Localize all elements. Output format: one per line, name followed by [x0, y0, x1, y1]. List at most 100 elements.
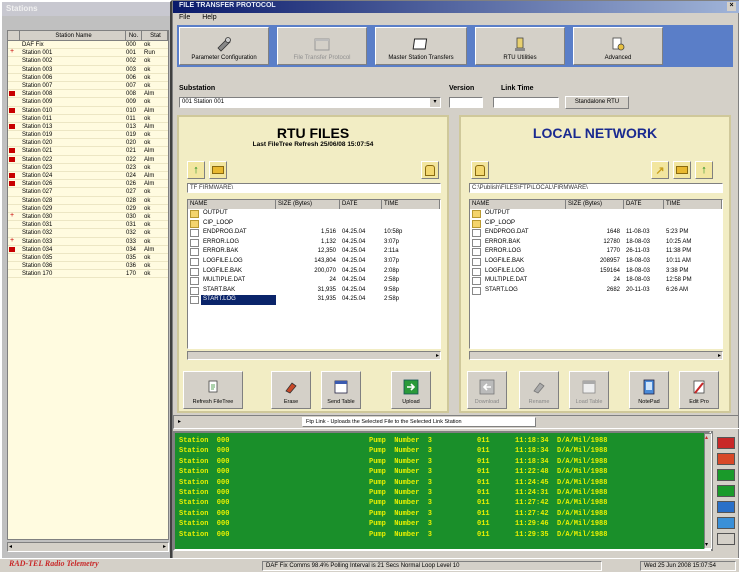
- station-row[interactable]: Station 013 013 Alm: [8, 123, 168, 132]
- local-copy-button[interactable]: ↗: [651, 161, 669, 179]
- advanced-button[interactable]: Advanced: [573, 27, 663, 65]
- file-row[interactable]: LOGFILE.BAK 208957 18-08-03 10:11 AM: [470, 257, 722, 267]
- local-up-folder-button[interactable]: ↑: [695, 161, 713, 179]
- file-row[interactable]: OUTPUT: [188, 209, 440, 219]
- file-row[interactable]: START.LOG 2682 20-11-03 6:26 AM: [470, 286, 722, 296]
- side-status-button[interactable]: [717, 485, 735, 497]
- notepad-button[interactable]: NotePad: [629, 371, 669, 409]
- station-row[interactable]: Station 034 034 Alm: [8, 246, 168, 254]
- station-row[interactable]: Station 035 035 ok: [8, 254, 168, 263]
- expand-icon[interactable]: +: [10, 237, 14, 245]
- station-row[interactable]: Station 008 008 Alm: [8, 90, 168, 99]
- substation-select[interactable]: 001 Station 001 ▾: [179, 97, 441, 108]
- station-row[interactable]: Station 002 002 ok: [8, 57, 168, 66]
- master-station-transfers-button[interactable]: Master Station Transfers: [375, 27, 467, 65]
- station-row[interactable]: Station 021 021 Alm: [8, 147, 168, 156]
- scroll-right-icon[interactable]: ▸: [436, 352, 439, 359]
- file-row[interactable]: START.LOG 31,935 04.25.04 2:58p: [188, 295, 440, 305]
- file-row[interactable]: CIP_LOOP: [470, 219, 722, 229]
- side-status-button[interactable]: [717, 453, 735, 465]
- version-field[interactable]: [449, 97, 483, 108]
- local-path-field[interactable]: C:\Publish\FILES\FTP\LOCAL\FIRMWARE\: [469, 183, 723, 193]
- upload-button[interactable]: Upload: [391, 371, 431, 409]
- station-row[interactable]: Station 032 032 ok: [8, 229, 168, 238]
- station-row[interactable]: DAF Fix 000 ok: [8, 41, 168, 50]
- file-row[interactable]: MULTIPLE.DAT 24 04.25.04 2:58p: [188, 276, 440, 286]
- station-row[interactable]: Station 029 029 ok: [8, 205, 168, 213]
- rtu-utilities-button[interactable]: RTU Utilities: [475, 27, 565, 65]
- download-button[interactable]: Download: [467, 371, 507, 409]
- station-row[interactable]: Station 027 027 ok: [8, 188, 168, 197]
- local-col-date[interactable]: DATE: [624, 200, 664, 209]
- rtu-open-folder-button[interactable]: [209, 161, 227, 179]
- rtu-up-folder-button[interactable]: ↑: [187, 161, 205, 179]
- local-file-list[interactable]: NAME SIZE (Bytes) DATE TIME OUTPUT CIP_LO…: [469, 199, 723, 349]
- station-row[interactable]: Station 023 023 ok: [8, 164, 168, 172]
- station-row[interactable]: + Station 001 001 Run: [8, 48, 168, 58]
- station-row[interactable]: Station 022 022 Alm: [8, 156, 168, 164]
- rtu-path-field[interactable]: TF FIRMWARE\: [187, 183, 441, 193]
- rtu-horizontal-scrollbar[interactable]: ▸: [187, 351, 441, 360]
- expand-icon[interactable]: +: [10, 212, 14, 220]
- file-row[interactable]: MULTIPLE.DAT 24 18-08-03 12:58 PM: [470, 276, 722, 286]
- file-row[interactable]: ERROR.BAK 12,350 04.25.04 2:11a: [188, 247, 440, 257]
- side-status-button[interactable]: [717, 533, 735, 545]
- rtu-col-date[interactable]: DATE: [340, 200, 382, 209]
- station-row[interactable]: Station 024 024 Alm: [8, 172, 168, 181]
- log-row[interactable]: Station 000 Pump Number 3 011 11:24:31 D/A/…: [179, 488, 709, 498]
- log-row[interactable]: Station 000 Pump Number 3 011 11:27:42 D/A/…: [179, 509, 709, 519]
- local-new-folder-button[interactable]: [471, 161, 489, 179]
- station-row[interactable]: Station 026 026 Alm: [8, 180, 168, 189]
- file-row[interactable]: LOGFILE.LOG 143,804 04.25.04 3:07p: [188, 257, 440, 267]
- file-row[interactable]: START.BAK 31,935 04.25.04 9:58p: [188, 286, 440, 296]
- expand-icon[interactable]: +: [10, 48, 14, 56]
- rename-button[interactable]: Rename: [519, 371, 559, 409]
- file-row[interactable]: ERROR.BAK 12780 18-08-03 10:25 AM: [470, 238, 722, 248]
- grid-col-no[interactable]: No.: [126, 31, 142, 40]
- station-row[interactable]: Station 019 019 ok: [8, 131, 168, 140]
- side-status-button[interactable]: [717, 517, 735, 529]
- station-row[interactable]: Station 020 020 ok: [8, 139, 168, 148]
- rtu-file-list[interactable]: NAME SIZE (Bytes) DATE TIME OUTPUT CIP_LO…: [187, 199, 441, 349]
- station-row[interactable]: Station 031 031 ok: [8, 221, 168, 230]
- file-row[interactable]: ERROR.LOG 1770 26-11-03 11:38 PM: [470, 247, 722, 257]
- grid-col-mark[interactable]: [8, 31, 20, 40]
- refresh-filetree-button[interactable]: Refresh FileTree: [183, 371, 243, 409]
- log-row[interactable]: Station 000 Pump Number 3 011 11:27:42 D/A/…: [179, 498, 709, 508]
- scroll-left-icon[interactable]: ◂: [9, 543, 12, 550]
- local-col-size[interactable]: SIZE (Bytes): [566, 200, 624, 209]
- station-row[interactable]: Station 009 009 ok: [8, 98, 168, 107]
- ftp-window-titlebar[interactable]: FILE TRANSFER PROTOCOL ×: [173, 1, 739, 13]
- grid-col-stat[interactable]: Stat: [142, 31, 168, 40]
- load-table-button[interactable]: Load Table: [569, 371, 609, 409]
- log-row[interactable]: Station 000 Pump Number 3 011 11:18:34 D/A/…: [179, 436, 709, 446]
- close-icon[interactable]: ×: [727, 2, 736, 11]
- menu-file[interactable]: File: [179, 14, 190, 21]
- side-status-button[interactable]: [717, 437, 735, 449]
- side-status-button[interactable]: [717, 469, 735, 481]
- file-row[interactable]: ENDPROG.DAT 1,516 04.25.04 10:58p: [188, 228, 440, 238]
- menu-help[interactable]: Help: [202, 14, 216, 21]
- side-status-button[interactable]: [717, 501, 735, 513]
- edit-pro-button[interactable]: Edit Pro: [679, 371, 719, 409]
- station-row[interactable]: Station 036 036 ok: [8, 262, 168, 271]
- log-row[interactable]: Station 000 Pump Number 3 011 11:29:46 D/A/…: [179, 519, 709, 529]
- station-row[interactable]: Station 028 028 ok: [8, 197, 168, 205]
- grid-col-name[interactable]: Station Name: [20, 31, 126, 40]
- local-col-name[interactable]: NAME: [470, 200, 566, 209]
- file-row[interactable]: CIP_LOOP: [188, 219, 440, 229]
- log-row[interactable]: Station 000 Pump Number 3 011 11:18:34 D/A/…: [179, 457, 709, 467]
- erase-button[interactable]: Erase: [271, 371, 311, 409]
- stations-grid[interactable]: Station Name No. Stat DAF Fix 000 ok + Stati…: [7, 30, 169, 540]
- station-row[interactable]: + Station 030 030 ok: [8, 212, 168, 222]
- log-vertical-scrollbar[interactable]: ▴ ▾: [704, 433, 712, 549]
- station-row[interactable]: Station 007 007 ok: [8, 82, 168, 91]
- rtu-new-folder-button[interactable]: [421, 161, 439, 179]
- standalone-rtu-button[interactable]: Standalone RTU: [565, 96, 629, 109]
- station-row[interactable]: Station 006 006 ok: [8, 74, 168, 82]
- log-row[interactable]: Station 000 Pump Number 3 011 11:22:48 D/A/…: [179, 467, 709, 477]
- local-open-folder-button[interactable]: [673, 161, 691, 179]
- scroll-right-icon[interactable]: ▸: [163, 543, 166, 550]
- stations-horizontal-scrollbar[interactable]: ◂ ▸: [7, 542, 169, 552]
- file-row[interactable]: ENDPROG.DAT 1648 11-08-03 5:23 PM: [470, 228, 722, 238]
